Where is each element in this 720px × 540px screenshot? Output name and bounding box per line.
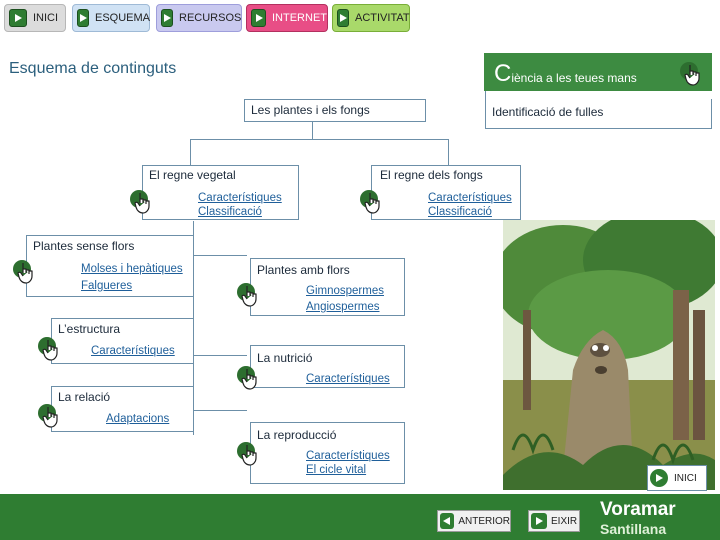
pointer-hand-icon[interactable] xyxy=(13,260,39,284)
publisher-logo-santillana: Santillana xyxy=(600,521,667,537)
nav-recursos-label: RECURSOS xyxy=(179,12,242,24)
play-icon xyxy=(251,9,266,27)
nav-recursos-button[interactable]: RECURSOS xyxy=(156,4,242,32)
pointer-hand-icon[interactable] xyxy=(237,442,263,466)
fungi-kingdom-title: El regne dels fongs xyxy=(380,168,483,182)
pointer-hand-icon[interactable] xyxy=(680,62,706,86)
nutrition-title: La nutrició xyxy=(257,351,313,365)
pointer-hand-icon[interactable] xyxy=(38,337,64,361)
play-icon xyxy=(161,9,173,27)
flowers-link-gimnospermes[interactable]: Gimnospermes xyxy=(306,284,384,298)
page-title: Esquema de continguts xyxy=(9,60,177,77)
forest-tree-illustration xyxy=(503,220,715,490)
brand-initial: C xyxy=(494,60,512,87)
pointer-hand-icon[interactable] xyxy=(237,283,263,307)
connector-line xyxy=(312,121,313,139)
vegetal-link-caracteristiques[interactable]: Característiques xyxy=(198,191,282,205)
brand-banner: C iència a les teues mans xyxy=(484,53,712,91)
play-icon xyxy=(650,469,668,487)
relation-link-adaptacions[interactable]: Adaptacions xyxy=(106,412,169,426)
pointer-hand-icon[interactable] xyxy=(360,190,386,214)
plants-no-flowers-title: Plantes sense flors xyxy=(33,239,135,253)
structure-title: L’estructura xyxy=(58,322,121,336)
no-flowers-link-molses[interactable]: Molses i hepàtiques xyxy=(81,262,183,276)
connector-line xyxy=(190,139,191,165)
eixir-button[interactable]: EIXIR xyxy=(528,510,580,532)
nav-internet-button[interactable]: INTERNET xyxy=(246,4,328,32)
brand-text: iència a les teues mans xyxy=(511,71,637,85)
eixir-label: EIXIR xyxy=(551,515,578,527)
play-icon xyxy=(9,9,27,27)
connector-line xyxy=(448,139,449,165)
anterior-button[interactable]: ANTERIOR xyxy=(437,510,511,532)
nav-activitat-button[interactable]: ACTIVITAT xyxy=(332,4,410,32)
relation-title: La relació xyxy=(58,390,111,404)
connector-line xyxy=(193,355,247,356)
anterior-label: ANTERIOR xyxy=(458,515,510,527)
vegetal-kingdom-title: El regne vegetal xyxy=(149,168,236,182)
no-flowers-link-falgueres[interactable]: Falgueres xyxy=(81,279,132,293)
connector-line xyxy=(193,410,247,411)
pointer-hand-icon[interactable] xyxy=(38,404,64,428)
plants-flowers-title: Plantes amb flors xyxy=(257,263,350,277)
nav-inici-button[interactable]: INICI xyxy=(4,4,66,32)
pointer-hand-icon[interactable] xyxy=(237,366,263,390)
map-root-node: Les plantes i els fongs xyxy=(244,99,426,122)
connector-line xyxy=(193,255,247,256)
play-icon xyxy=(337,9,349,27)
reproduction-link-caracteristiques[interactable]: Característiques xyxy=(306,449,390,463)
bottom-inici-label: INICI xyxy=(674,472,697,484)
play-icon xyxy=(531,513,547,529)
fungi-link-classificacio[interactable]: Classificació xyxy=(428,205,492,219)
reproduction-link-cicle-vital[interactable]: El cicle vital xyxy=(306,463,366,477)
nav-inici-label: INICI xyxy=(33,12,59,24)
pointer-hand-icon[interactable] xyxy=(130,190,156,214)
bottom-inici-button[interactable]: INICI xyxy=(647,465,707,491)
nutrition-link-caracteristiques[interactable]: Característiques xyxy=(306,372,390,386)
nav-activitat-label: ACTIVITAT xyxy=(355,12,410,24)
identification-node[interactable]: Identificació de fulles xyxy=(485,99,712,129)
play-icon xyxy=(77,9,89,27)
structure-link-caracteristiques[interactable]: Característiques xyxy=(91,344,175,358)
publisher-logo-voramar: Voramar xyxy=(600,499,676,520)
back-arrow-icon xyxy=(440,513,455,529)
vegetal-link-classificacio[interactable]: Classificació xyxy=(198,205,262,219)
flowers-link-angiospermes[interactable]: Angiospermes xyxy=(306,300,380,314)
nav-internet-label: INTERNET xyxy=(272,12,327,24)
fungi-link-caracteristiques[interactable]: Característiques xyxy=(428,191,512,205)
identification-label: Identificació de fulles xyxy=(492,105,604,119)
nav-esquema-label: ESQUEMA xyxy=(95,12,151,24)
map-root-label: Les plantes i els fongs xyxy=(251,103,370,117)
connector-line xyxy=(190,139,448,140)
nav-esquema-button[interactable]: ESQUEMA xyxy=(72,4,150,32)
reproduction-title: La reproducció xyxy=(257,428,337,442)
